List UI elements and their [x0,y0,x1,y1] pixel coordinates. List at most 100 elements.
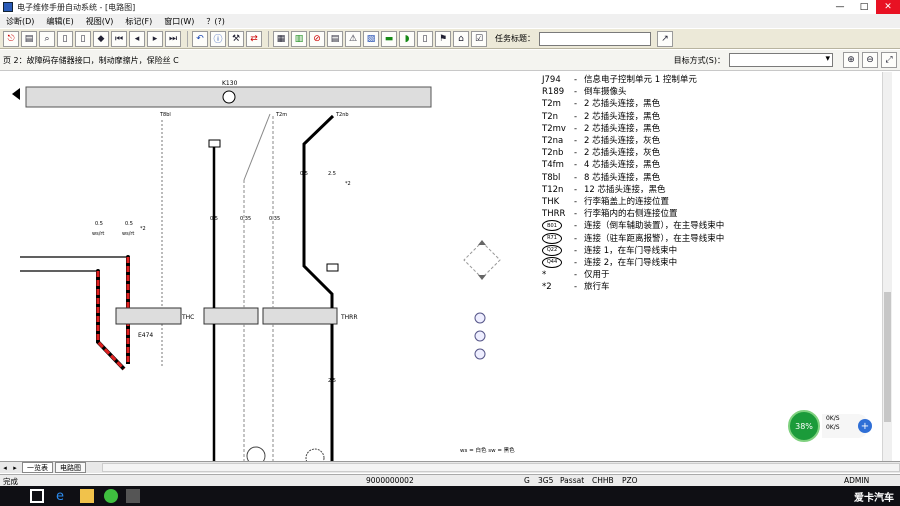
legend-row: T2m -2 芯插头连接，黑色 [542,98,724,110]
last-page-icon[interactable]: ⏭ [165,30,181,47]
zoom-out-icon[interactable]: ⊖ [862,52,878,68]
legend-row: T4fm -4 芯插头连接，黑色 [542,159,724,171]
pan-control-icon[interactable] [463,240,501,280]
legend-text: 旅行车 [584,282,610,293]
legend-dash: - [574,123,578,134]
edge-icon[interactable]: e [56,489,70,504]
swap-icon[interactable]: ⇄ [246,30,262,47]
wire-size: 2.5 [328,171,336,177]
map-icon[interactable]: ▧ [363,30,379,47]
wire-size: 0.35 [269,216,280,222]
legend-text: 行李箱内的右侧连接位置 [584,209,678,220]
wire-size: 0.5 [210,216,218,222]
vertical-scrollbar[interactable] [882,72,892,461]
folder-icon[interactable]: ▬ [381,30,397,47]
documents-icon[interactable]: ▯ [75,30,91,47]
file-explorer-icon[interactable] [80,489,94,503]
vehicle-icon[interactable]: ◗ [399,30,415,47]
scroll-left-arrow-icon[interactable] [12,88,20,100]
windows-taskbar: e 爱卡汽车 [0,486,900,506]
go-icon[interactable]: ↗ [657,30,673,47]
connector-label: T2nb [335,112,349,118]
legend-row: THK - 行李箱盖上的连接位置 [542,196,724,208]
car-icon[interactable]: ◆ [93,30,109,47]
legend-row: J794 - 信息电子控制单元 1 控制单元 [542,74,724,86]
menu-help[interactable]: ？(?) [206,16,225,27]
legend-code: R189 [542,87,565,98]
legend-dash: - [574,75,578,85]
info-icon[interactable]: ⓘ [210,30,226,47]
network-speed-widget[interactable]: 38% 0K/S 0K/S + [788,410,874,442]
legend-connection-icon: B01 [542,220,562,232]
find-icon[interactable]: ⌕ [39,30,55,47]
zoom-in-icon[interactable]: ⊕ [843,52,859,68]
checklist-icon[interactable]: ☑ [471,30,487,47]
menu-view[interactable]: 视图(V) [86,16,114,27]
maximize-button[interactable]: □ [852,0,876,14]
plus-icon[interactable]: + [858,419,872,433]
prev-page-icon[interactable]: ◂ [129,30,145,47]
menu-window[interactable]: 窗口(W) [164,16,194,27]
book-icon[interactable]: ▯ [417,30,433,47]
wire-color: ws/rt [122,231,134,237]
app-task-icon[interactable] [126,489,140,503]
status-user: ADMIN [844,476,870,485]
home-icon[interactable]: ⌂ [453,30,469,47]
print-icon[interactable]: ▤ [21,30,37,47]
document-icon[interactable]: ▯ [57,30,73,47]
legend-text: 12 芯插头连接，黑色 [584,184,666,195]
legend-text: 信息电子控制单元 1 控制单元 [584,75,697,85]
legend-row: T8bl -8 芯插头连接，黑色 [542,172,724,184]
horizontal-scrollbar[interactable] [102,463,900,472]
tab-overview[interactable]: 一览表 [22,462,53,473]
tab-circuit[interactable]: 电路图 [55,462,86,473]
legend-code: T2nb [542,148,564,159]
component-box-thc [203,307,259,325]
menu-mark[interactable]: 标记(F) [125,16,152,27]
next-page-icon[interactable]: ▸ [147,30,163,47]
status-doc: 9000000002 [366,476,414,485]
component-box-e474 [115,307,182,325]
browser-icon[interactable] [104,489,118,503]
first-page-icon[interactable]: ⏮ [111,30,127,47]
zoom-fit-tool-icon[interactable] [474,348,486,360]
zoom-out-tool-icon[interactable] [474,330,486,342]
legend-dash: - [574,197,578,208]
table-icon[interactable]: ▤ [327,30,343,47]
diagram-canvas[interactable]: K130 T8bl T2m T2nb 0.5 0.5 ws/rt ws/rt *… [0,72,882,461]
task-input[interactable] [539,31,651,46]
connector-label: T8bl [159,112,171,118]
wire [302,114,335,308]
tab-prev-icon[interactable]: ◂ [0,464,10,472]
grid-icon[interactable]: ▦ [273,30,289,47]
color-legend: ws = 白色 sw = 黑色 [460,446,515,454]
menu-edit[interactable]: 编辑(E) [46,16,73,27]
chart-icon[interactable]: ▥ [291,30,307,47]
tool-icon[interactable]: ⚒ [228,30,244,47]
legend-dash: - [574,111,578,122]
ground-point-icon [246,446,266,461]
back-icon[interactable]: ↶ [192,30,208,47]
legend-code: T2n [542,111,558,122]
close-button[interactable]: ✕ [876,0,900,14]
warning-icon[interactable]: ⚠ [345,30,361,47]
exit-icon[interactable]: ⎋ [3,30,19,47]
bookmark-icon[interactable]: ⚑ [435,30,451,47]
zoom-in-tool-icon[interactable] [474,312,486,324]
start-icon[interactable] [30,489,44,503]
menu-diagnose[interactable]: 诊断(D) [6,16,34,27]
legend-text: 2 芯插头连接，灰色 [584,136,661,147]
wire-note: *2 [140,226,146,232]
fit-icon[interactable]: ⤢ [881,52,897,68]
minimize-button[interactable]: — [828,0,852,14]
stop-icon[interactable]: ⊘ [309,30,325,47]
legend-code: T8bl [542,172,561,183]
scrollbar-thumb[interactable] [884,292,891,422]
legend-code: THRR [542,209,566,220]
legend-text: 2 芯插头连接，黑色 [584,123,661,134]
legend-code: *2 [542,282,552,293]
legend-dash: - [574,136,578,147]
filter-select[interactable] [729,53,833,67]
tab-next-icon[interactable]: ▸ [10,464,20,472]
legend-text: 2 芯插头连接，灰色 [584,148,661,159]
